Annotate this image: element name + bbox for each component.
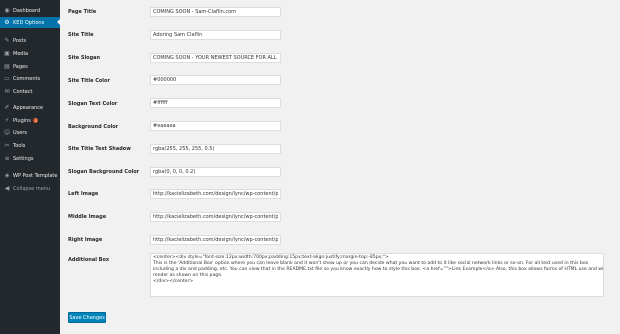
middle-image-label: Middle Image: [68, 214, 107, 220]
site-title-color-label: Site Title Color: [68, 78, 110, 84]
sidebar-item-tools[interactable]: ✂ Tools: [0, 140, 60, 151]
sidebar-item-settings[interactable]: ≡ Settings: [0, 153, 60, 164]
sidebar-item-appearance[interactable]: ✐ Appearance: [0, 102, 60, 113]
site-slogan-label: Site Slogan: [68, 55, 101, 61]
current-indicator: [57, 19, 60, 25]
slogan-text-color-label: Slogan Text Color: [68, 101, 118, 107]
page-icon: ▤: [4, 63, 10, 70]
left-image-input[interactable]: [150, 189, 281, 199]
right-image-input[interactable]: [150, 235, 281, 245]
media-icon: ▣: [4, 50, 10, 57]
sidebar-item-posts[interactable]: ✎ Posts: [0, 35, 60, 46]
sidebar-item-contact[interactable]: ✉ Contact: [0, 86, 60, 97]
additional-box-label: Additional Box: [68, 257, 110, 263]
site-title-text-shadow-input[interactable]: [150, 144, 281, 154]
comment-icon: ▭: [4, 75, 10, 82]
settings-icon: ⚙: [4, 19, 10, 26]
template-icon: ◈: [4, 172, 10, 179]
sidebar-item-label: Pages: [13, 63, 28, 70]
sidebar-item-label: Collapse menu: [13, 185, 51, 192]
sidebar-item-label: Comments: [13, 75, 41, 82]
textarea-line: </div></center>: [153, 279, 194, 284]
left-image-label: Left Image: [68, 191, 99, 197]
page-title-label: Page Title: [68, 9, 97, 15]
sidebar-item-label: Tools: [13, 142, 26, 149]
sidebar-item-comments[interactable]: ▭ Comments: [0, 73, 60, 84]
wrench-icon: ✂: [4, 142, 10, 149]
site-title-input[interactable]: [150, 30, 281, 40]
sidebar-item-label: Appearance: [13, 104, 44, 111]
slogan-text-color-input[interactable]: [150, 98, 281, 108]
pin-icon: ✎: [4, 37, 10, 44]
sidebar-item-label: WP Post Template: [13, 172, 58, 179]
sidebar-item-label: Contact: [13, 88, 33, 95]
save-changes-button[interactable]: Save Changes: [68, 312, 106, 323]
sidebar-item-label: Media: [13, 50, 29, 57]
sidebar-item-media[interactable]: ▣ Media: [0, 48, 60, 59]
dashboard-icon: ◉: [4, 7, 10, 14]
additional-box-textarea[interactable]: <center><div style="font-size:12px;width…: [150, 253, 604, 297]
mail-icon: ✉: [4, 88, 10, 95]
site-slogan-input[interactable]: [150, 53, 281, 63]
sidebar-item-label: Users: [13, 129, 28, 136]
sidebar-item-dashboard[interactable]: ◉ Dashboard: [0, 5, 60, 16]
site-title-color-input[interactable]: [150, 75, 281, 85]
slogan-background-color-label: Slogan Background Color: [68, 169, 140, 175]
sidebar-item-wp-post-template[interactable]: ◈ WP Post Template: [0, 170, 60, 181]
background-color-label: Background Color: [68, 124, 119, 130]
sidebar-item-label: Dashboard: [13, 7, 41, 14]
update-count-badge: 3: [32, 118, 39, 123]
brush-icon: ✐: [4, 104, 10, 111]
admin-sidebar: ◉ Dashboard ⚙ KED Options ✎ Posts ▣ Medi…: [0, 0, 60, 334]
site-title-label: Site Title: [68, 32, 94, 38]
site-title-text-shadow-label: Site Title Text Shadow: [68, 146, 131, 152]
sidebar-item-ked-options[interactable]: ⚙ KED Options: [0, 17, 60, 28]
sidebar-item-label: Settings: [13, 155, 34, 162]
background-color-input[interactable]: [150, 121, 281, 131]
page-title-input[interactable]: [150, 7, 281, 17]
sidebar-item-plugins[interactable]: ⚡ Plugins 3: [0, 115, 60, 126]
sidebar-item-users[interactable]: ☺ Users: [0, 127, 60, 138]
right-image-label: Right Image: [68, 237, 103, 243]
middle-image-input[interactable]: [150, 212, 281, 222]
sidebar-item-label: KED Options: [13, 19, 45, 26]
users-icon: ☺: [3, 129, 11, 136]
collapse-icon: ◀: [4, 185, 10, 192]
sidebar-item-pages[interactable]: ▤ Pages: [0, 61, 60, 72]
sliders-icon: ≡: [4, 155, 10, 162]
collapse-menu-button[interactable]: ◀ Collapse menu: [0, 183, 60, 194]
slogan-background-color-input[interactable]: [150, 167, 281, 177]
sidebar-item-label: Posts: [13, 37, 27, 44]
sidebar-item-label: Plugins: [13, 117, 31, 124]
plugin-icon: ⚡: [4, 117, 10, 124]
